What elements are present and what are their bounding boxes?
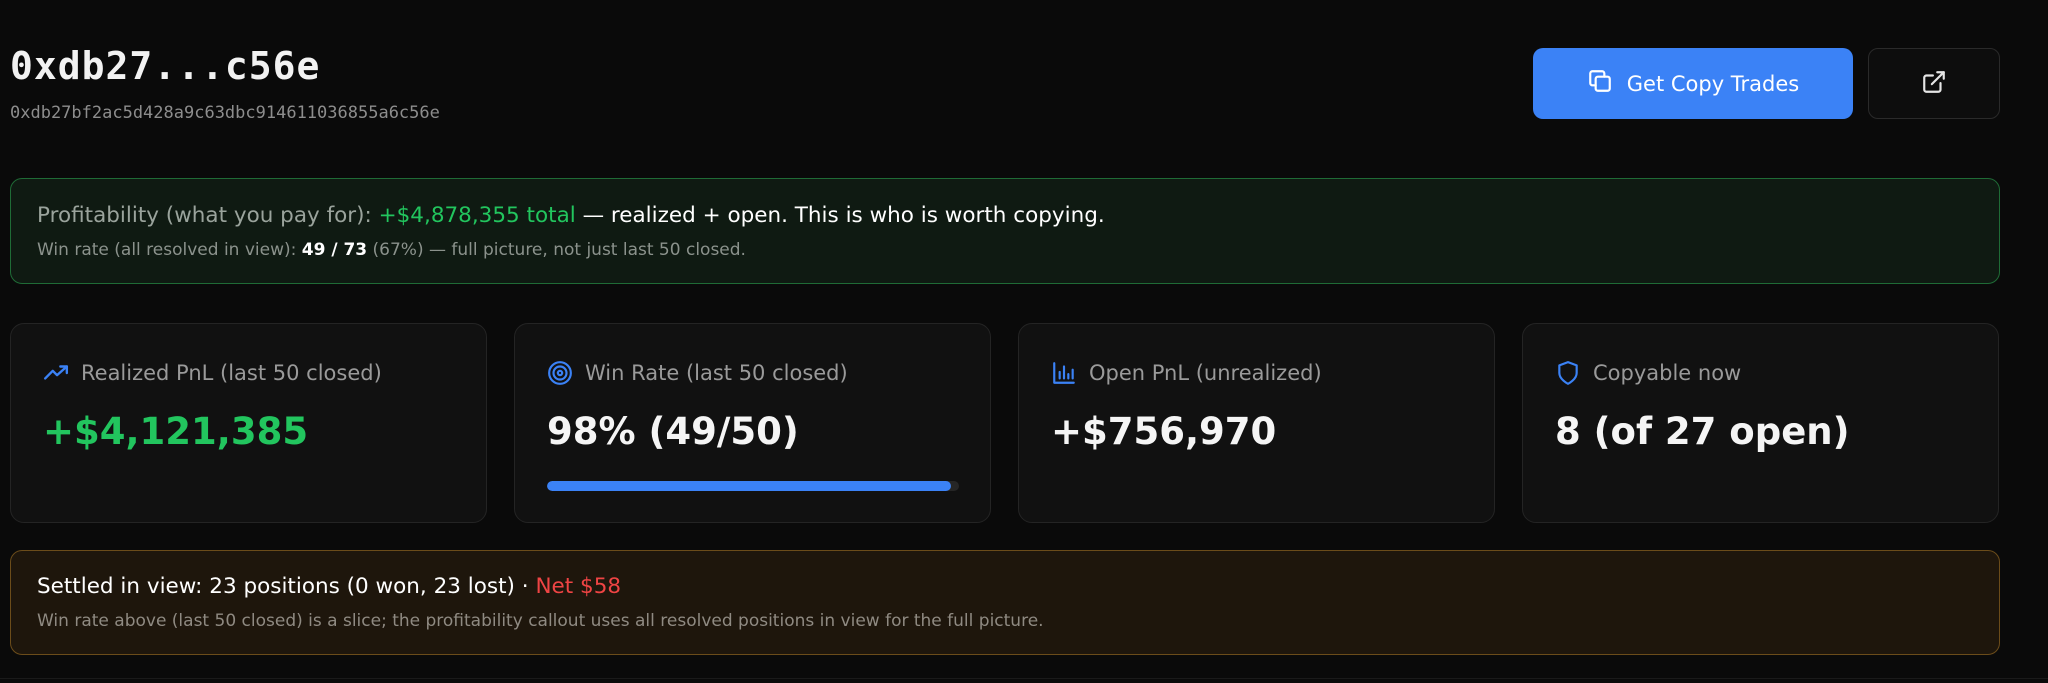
- profitability-rest: — realized + open. This is who is worth …: [582, 203, 1105, 228]
- profitability-label: Profitability (what you pay for):: [37, 203, 372, 228]
- open-external-button[interactable]: [1868, 48, 2000, 119]
- open-pnl-value: +$756,970: [1051, 410, 1277, 453]
- bar-chart-icon: [1053, 362, 1075, 384]
- realized-pnl-value: +$4,121,385: [43, 410, 309, 453]
- bottom-divider: [0, 678, 2048, 683]
- overall-winrate-value: 49 / 73: [301, 240, 368, 260]
- wallet-page: 0xdb27...c56e 0xdb27bf2ac5d428a9c63dbc91…: [0, 0, 2048, 683]
- profitability-total: +$4,878,355 total: [378, 203, 576, 228]
- open-pnl-label: Open PnL (unrealized): [1089, 361, 1322, 385]
- realized-pnl-card: Realized PnL (last 50 closed) +$4,121,38…: [10, 323, 487, 523]
- win-rate-card: Win Rate (last 50 closed) 98% (49/50): [514, 323, 991, 523]
- win-rate-label: Win Rate (last 50 closed): [585, 361, 848, 385]
- realized-pnl-header: Realized PnL (last 50 closed): [43, 360, 382, 386]
- win-rate-value: 98% (49/50): [547, 410, 799, 453]
- profitability-summary: Profitability (what you pay for): +$4,87…: [37, 203, 1105, 228]
- copyable-card: Copyable now 8 (of 27 open): [1522, 323, 1999, 523]
- external-link-icon: [1921, 69, 1947, 98]
- target-icon: [548, 361, 572, 385]
- open-pnl-card: Open PnL (unrealized) +$756,970: [1018, 323, 1495, 523]
- win-rate-progress-fill: [547, 481, 951, 491]
- settled-callout: Settled in view: 23 positions (0 won, 23…: [10, 550, 2000, 655]
- win-rate-progress-bar: [547, 481, 959, 491]
- copyable-label: Copyable now: [1593, 361, 1742, 385]
- profitability-callout: Profitability (what you pay for): +$4,87…: [10, 178, 2000, 284]
- open-pnl-header: Open PnL (unrealized): [1051, 360, 1322, 386]
- settled-note: Win rate above (last 50 closed) is a sli…: [37, 611, 1044, 631]
- copyable-header: Copyable now: [1555, 360, 1741, 386]
- overall-winrate-label: Win rate (all resolved in view):: [37, 240, 297, 260]
- realized-pnl-label: Realized PnL (last 50 closed): [81, 361, 382, 385]
- page-header: 0xdb27...c56e 0xdb27bf2ac5d428a9c63dbc91…: [10, 44, 2000, 124]
- overall-winrate: Win rate (all resolved in view): 49 / 73…: [37, 240, 746, 260]
- copyable-value: 8 (of 27 open): [1555, 410, 1850, 453]
- page-title: 0xdb27...c56e: [10, 44, 321, 88]
- settled-net: Net $58: [535, 574, 622, 599]
- settled-summary: Settled in view: 23 positions (0 won, 23…: [37, 574, 529, 599]
- get-copy-trades-label: Get Copy Trades: [1626, 71, 1800, 96]
- settled-summary-line: Settled in view: 23 positions (0 won, 23…: [37, 574, 621, 599]
- overall-winrate-rest: (67%) — full picture, not just last 50 c…: [372, 240, 746, 260]
- win-rate-header: Win Rate (last 50 closed): [547, 360, 848, 386]
- shield-icon: [1558, 361, 1578, 385]
- get-copy-trades-button[interactable]: Get Copy Trades: [1533, 48, 1853, 119]
- copy-icon: [1587, 68, 1613, 99]
- trending-up-icon: [43, 365, 69, 380]
- wallet-address: 0xdb27bf2ac5d428a9c63dbc914611036855a6c5…: [10, 103, 440, 123]
